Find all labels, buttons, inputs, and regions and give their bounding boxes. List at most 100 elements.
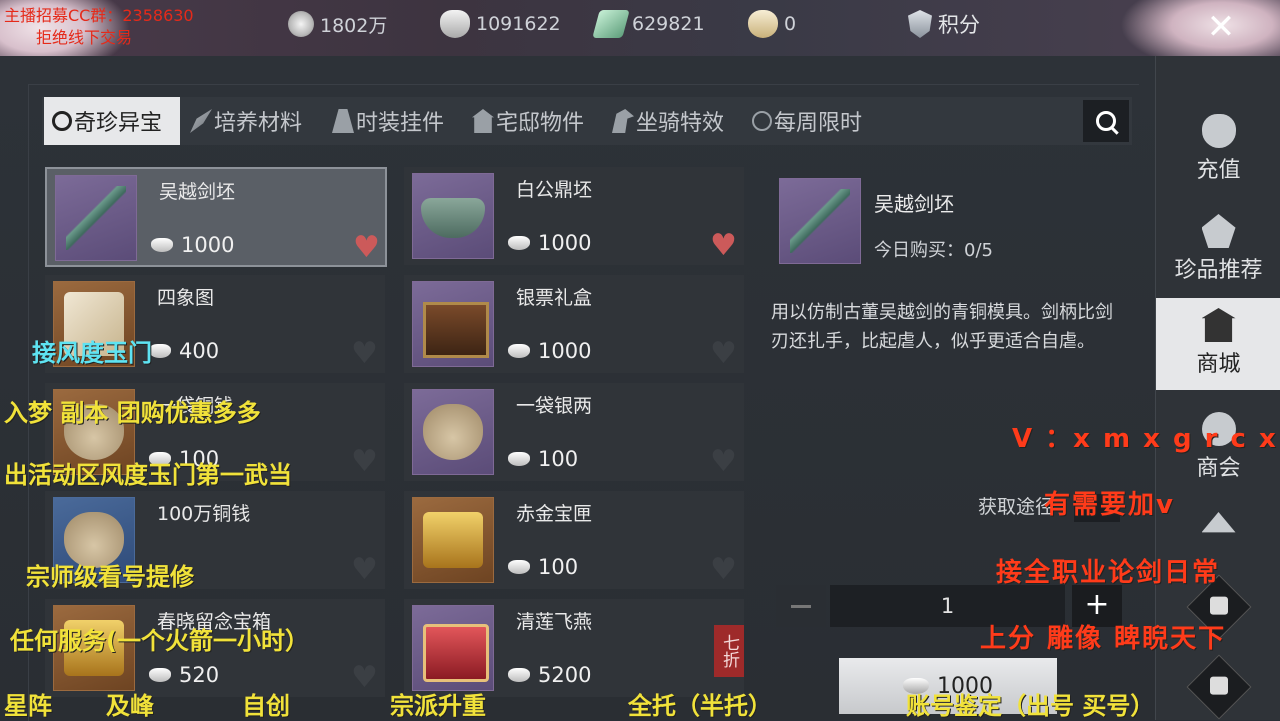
silver-ingot-icon <box>508 560 530 574</box>
overlay-ad-text: 全托（半托） <box>628 692 772 720</box>
tab-weekly[interactable]: 每周限时 <box>752 97 862 145</box>
tab-label: 坐骑特效 <box>636 111 725 136</box>
silver-ingot-icon <box>508 668 530 682</box>
favorite-heart-icon[interactable]: ♥ <box>351 663 378 693</box>
tab-label: 时装挂件 <box>356 111 445 136</box>
overlay-recruit-text: 主播招募CC群：2358630 <box>4 6 194 25</box>
detail-item-name: 吴越剑坯 <box>874 192 954 216</box>
favorite-heart-icon[interactable]: ♥ <box>351 447 378 477</box>
tab-label: 奇珍异宝 <box>74 111 163 136</box>
nav-recharge[interactable]: 充值 <box>1156 104 1280 196</box>
search-icon <box>1096 111 1116 131</box>
item-price-value: 520 <box>179 663 220 687</box>
points-button[interactable]: 积分 <box>908 10 980 38</box>
tab-treasures[interactable]: 奇珍异宝 <box>44 97 180 145</box>
item-name: 一袋银两 <box>516 395 593 417</box>
pavilion-icon <box>1201 512 1236 533</box>
nav-label: 珍品推荐 <box>1174 258 1263 283</box>
search-button[interactable] <box>1083 100 1129 142</box>
item-card[interactable]: 清莲飞燕 5200 七折 <box>404 599 744 697</box>
item-thumbnail <box>412 605 494 691</box>
overlay-ad-text: 接风度玉门 <box>32 339 152 367</box>
overlay-ad-text: 入梦 副本 团购优惠多多 <box>4 399 261 427</box>
horse-icon <box>612 109 634 133</box>
tab-label: 宅邸物件 <box>496 111 585 136</box>
item-card[interactable]: 一袋银两 100 ♥ <box>404 383 744 481</box>
jade-icon <box>592 10 630 38</box>
item-thumbnail <box>412 497 494 583</box>
points-label: 积分 <box>938 13 980 37</box>
item-name: 100万铜钱 <box>157 503 251 525</box>
currency-jade[interactable]: 629821 <box>592 10 705 38</box>
quantity-minus-button[interactable] <box>776 585 826 627</box>
silver-ingot-icon <box>508 452 530 466</box>
currency-ticket-value: 0 <box>784 13 797 35</box>
item-price: 1000 <box>508 231 591 255</box>
item-price-value: 100 <box>538 555 579 579</box>
item-name: 白公鼎坯 <box>516 179 593 201</box>
gem-icon <box>1201 214 1236 248</box>
figure-icon <box>1210 676 1228 695</box>
overlay-warning-text: 拒绝线下交易 <box>36 28 133 47</box>
overlay-ad-text: 自创 <box>242 692 290 720</box>
shield-icon <box>908 10 932 38</box>
item-card[interactable]: 银票礼盒 1000 ♥ <box>404 275 744 373</box>
silver-ingot-icon <box>149 668 171 682</box>
item-name: 吴越剑坯 <box>159 181 236 203</box>
magnifier-icon <box>52 111 72 131</box>
item-card[interactable]: 白公鼎坯 1000 ♥ <box>404 167 744 265</box>
item-price: 1000 <box>151 233 234 257</box>
item-price: 100 <box>508 555 578 579</box>
chest-icon <box>423 302 489 358</box>
nav-recommend[interactable]: 珍品推荐 <box>1156 204 1280 296</box>
robe-icon <box>332 109 354 133</box>
tab-fashion[interactable]: 时装挂件 <box>332 97 444 145</box>
item-price: 400 <box>149 339 219 363</box>
favorite-heart-icon[interactable]: ♥ <box>351 339 378 369</box>
overlay-ad-text: 账号鉴定（出号 买号） <box>906 692 1155 720</box>
item-card[interactable]: 赤金宝匣 100 ♥ <box>404 491 744 589</box>
favorite-heart-icon[interactable]: ♥ <box>710 447 737 477</box>
item-card[interactable]: 吴越剑坯 1000 ♥ <box>45 167 387 267</box>
detail-thumbnail <box>779 178 861 264</box>
house-icon <box>472 109 494 133</box>
favorite-heart-icon[interactable]: ♥ <box>710 231 737 261</box>
favorite-heart-icon[interactable]: ♥ <box>351 555 378 585</box>
close-button[interactable]: ✕ <box>1200 6 1242 48</box>
item-price-value: 100 <box>538 447 579 471</box>
item-name: 赤金宝匣 <box>516 503 593 525</box>
item-name: 清莲飞燕 <box>516 611 593 633</box>
timer-icon <box>752 111 772 131</box>
overlay-ad-text: 接全职业论剑日常 <box>996 558 1221 588</box>
item-thumbnail <box>412 173 494 259</box>
item-price: 520 <box>149 663 219 687</box>
currency-coin[interactable]: 1802万 <box>288 10 387 38</box>
overlay-ad-text: 及峰 <box>106 692 154 720</box>
item-price: 5200 <box>508 663 591 687</box>
cauldron-icon <box>421 198 485 238</box>
detail-purchase-limit: 今日购买：0/5 <box>874 240 993 261</box>
tab-materials[interactable]: 培养材料 <box>190 97 302 145</box>
favorite-heart-icon[interactable]: ♥ <box>710 555 737 585</box>
overlay-ad-text: 出活动区风度玉门第一武当 <box>4 461 292 489</box>
figure-icon <box>1210 596 1228 615</box>
silver-bag-icon <box>423 404 483 460</box>
nav-shop[interactable]: 商城 <box>1156 298 1280 390</box>
tab-label: 每周限时 <box>774 111 863 136</box>
coin-icon <box>288 11 314 37</box>
silver-ingot-icon <box>508 344 530 358</box>
currency-silver[interactable]: 1091622 <box>440 10 561 38</box>
favorite-heart-icon[interactable]: ♥ <box>710 339 737 369</box>
favorite-heart-icon[interactable]: ♥ <box>353 233 380 263</box>
feather-icon <box>190 109 212 133</box>
item-price-value: 1000 <box>181 233 235 257</box>
currency-ticket[interactable]: 0 <box>748 10 796 38</box>
nav-label: 商城 <box>1196 352 1241 377</box>
tab-mansion[interactable]: 宅邸物件 <box>472 97 584 145</box>
overlay-ad-text: 宗派升重 <box>390 692 486 720</box>
overlay-ad-text: 有需要加v <box>1044 490 1175 520</box>
red-chest-icon <box>423 624 489 682</box>
silver-ingot-icon <box>508 236 530 250</box>
tab-mount[interactable]: 坐骑特效 <box>612 97 724 145</box>
overlay-ad-text: 宗师级看号提修 <box>26 563 194 591</box>
